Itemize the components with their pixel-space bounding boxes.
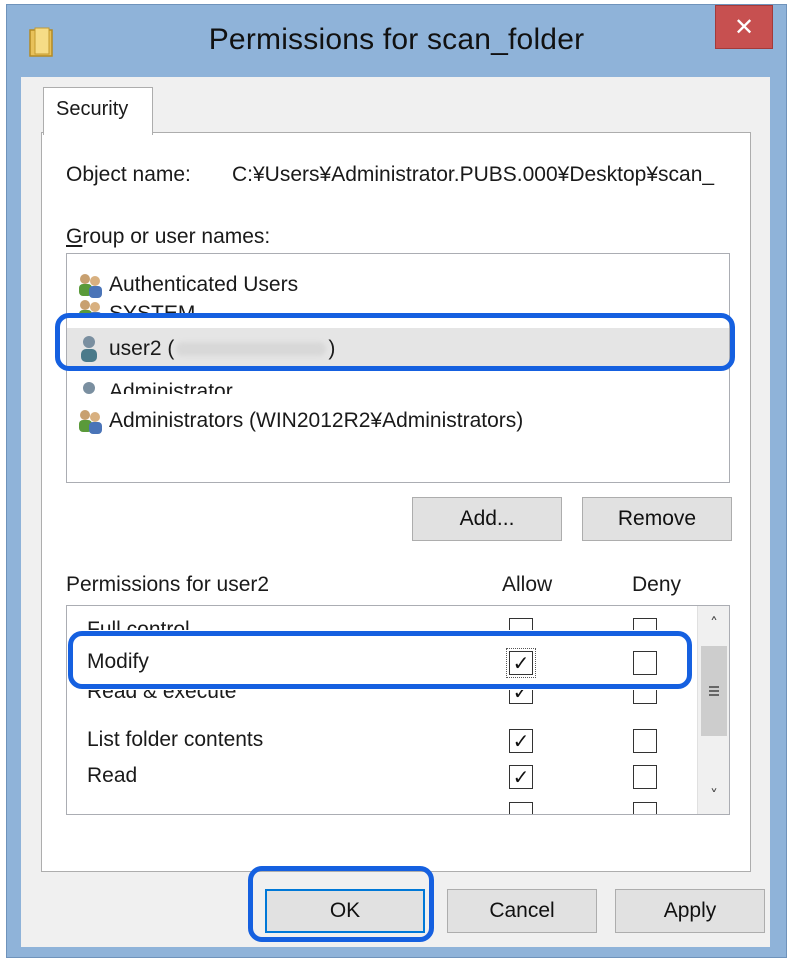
allow-checkbox-read[interactable]: ✓: [509, 765, 533, 789]
deny-checkbox-read[interactable]: [633, 765, 657, 789]
group-label-rest: roup or user names:: [82, 225, 271, 248]
add-button[interactable]: Add...: [412, 497, 562, 541]
permission-name: Full control: [87, 618, 190, 630]
list-item-label: Authenticated Users: [109, 273, 299, 296]
allow-column-header: Allow: [502, 573, 553, 596]
dialog-client-area: Security Object name: C:¥Users¥Administr…: [21, 77, 770, 947]
ok-button[interactable]: OK: [265, 889, 425, 933]
deny-checkbox-list-folder-contents[interactable]: [633, 729, 657, 753]
allow-checkbox-list-folder-contents[interactable]: ✓: [509, 729, 533, 753]
title-bar[interactable]: Permissions for scan_folder ✕: [7, 5, 786, 77]
user-icon: [75, 380, 105, 394]
close-button[interactable]: ✕: [715, 5, 773, 49]
cancel-button[interactable]: Cancel: [447, 889, 597, 933]
deny-checkbox-full-control[interactable]: [633, 618, 657, 630]
apply-button[interactable]: Apply: [615, 889, 765, 933]
allow-checkbox-read-execute[interactable]: ✓: [509, 690, 533, 704]
deny-checkbox-modify[interactable]: [633, 651, 657, 675]
redacted-email: [176, 342, 327, 356]
tab-security-label: Security: [56, 98, 129, 120]
scroll-down-icon[interactable]: ˅: [704, 786, 724, 806]
permission-row-modify: Modify ✓: [67, 646, 697, 680]
permission-name: Modify: [87, 650, 149, 673]
list-item-label: Administrator: [109, 380, 233, 394]
permissions-list[interactable]: Full control Modify ✓ Read & execute ✓ L…: [66, 605, 730, 815]
list-item-administrators[interactable]: Administrators (WIN2012R2¥Administrators…: [67, 404, 729, 438]
list-item-label: Administrators (WIN2012R2¥Administrators…: [109, 409, 524, 432]
permission-row-partial: [67, 802, 697, 814]
list-item-label: user2 (: [109, 337, 175, 360]
security-tab-panel: Object name: C:¥Users¥Administrator.PUBS…: [41, 132, 751, 872]
list-item-administrator[interactable]: Administrator: [67, 378, 729, 394]
permission-row-full-control: Full control: [67, 610, 697, 630]
users-group-icon: [75, 296, 105, 316]
allow-checkbox-full-control[interactable]: [509, 618, 533, 630]
permission-name: Read & execute: [87, 690, 237, 703]
list-item-label-suffix: ): [328, 337, 336, 360]
scroll-up-icon[interactable]: ˄: [704, 614, 724, 634]
allow-checkbox-partial[interactable]: [509, 802, 533, 814]
allow-checkbox-modify[interactable]: ✓: [506, 648, 536, 678]
scrollbar-thumb[interactable]: [701, 646, 727, 736]
close-icon: ✕: [733, 13, 755, 41]
group-user-list[interactable]: Authenticated Users SYSTEM user2 () Adm…: [66, 253, 730, 483]
permissions-scrollbar[interactable]: ˄ ˅: [697, 606, 729, 814]
list-item-system[interactable]: SYSTEM: [67, 296, 729, 316]
window-title: Permissions for scan_folder: [208, 23, 585, 56]
deny-column-header: Deny: [632, 573, 682, 596]
permission-row-read-execute: Read & execute ✓: [67, 690, 697, 706]
users-group-icon: [75, 406, 105, 436]
permissions-dialog: Permissions for scan_folder ✕ Security O…: [6, 4, 787, 958]
list-item-user2[interactable]: user2 ( ): [67, 328, 729, 370]
permission-row-read: Read ✓: [67, 760, 697, 794]
permission-name: List folder contents: [87, 728, 264, 751]
group-user-names-label: Group or user names:: [66, 225, 271, 248]
deny-checkbox-read-execute[interactable]: [633, 690, 657, 704]
permissions-label: Permissions for user2: [66, 573, 270, 596]
user-icon: [75, 334, 105, 364]
deny-checkbox-partial[interactable]: [633, 802, 657, 814]
tab-security[interactable]: Security: [43, 87, 153, 135]
permission-row-list-folder-contents: List folder contents ✓: [67, 724, 697, 758]
remove-button[interactable]: Remove: [582, 497, 732, 541]
object-name-value: C:¥Users¥Administrator.PUBS.000¥Desktop¥…: [232, 163, 715, 186]
list-item-label: SYSTEM: [109, 302, 196, 316]
permission-name: Read: [87, 764, 138, 787]
object-name-label: Object name:: [66, 163, 191, 186]
